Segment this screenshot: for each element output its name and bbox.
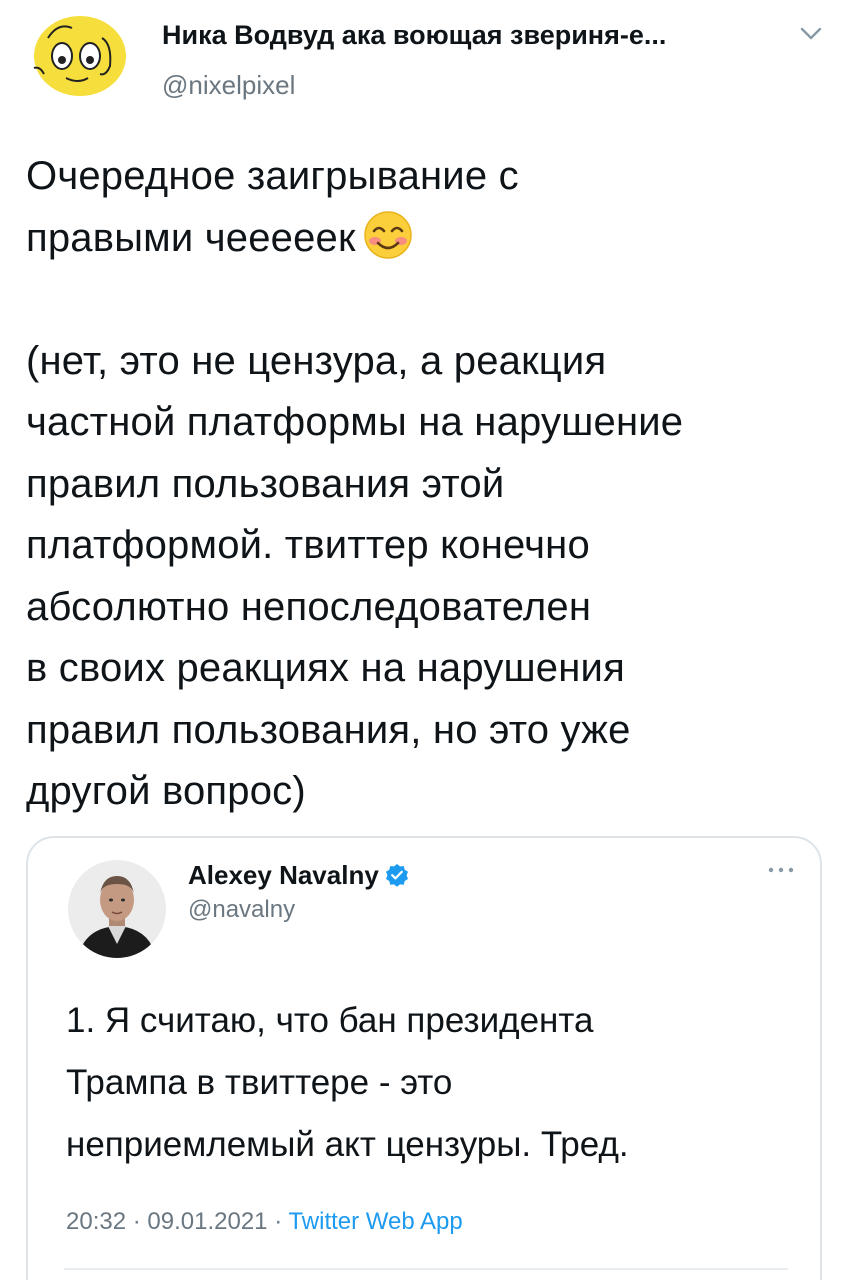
quoted-tweet-date[interactable]: 09.01.2021 (147, 1208, 267, 1235)
tweet-text-part2: (нет, это не цензура, а реакция частной … (26, 338, 684, 814)
author-handle[interactable]: @nixelpixel (162, 70, 295, 101)
quoted-tweet-text: 1. Я считаю, что бан президента Трампа в… (66, 1001, 629, 1164)
author-name[interactable]: Ника Водвуд ака воющая звериня-е... (162, 20, 772, 51)
meta-separator: · (132, 1208, 141, 1235)
tweet-header: Ника Водвуд ака воющая звериня-е... @nix… (0, 0, 848, 120)
verified-badge-icon (385, 863, 409, 887)
quoted-tweet-time[interactable]: 20:32 (66, 1208, 126, 1235)
meta-separator: · (274, 1208, 283, 1235)
tweet-text: Очередное заигрывание с правыми чееееек … (26, 146, 826, 823)
chevron-down-icon[interactable] (800, 26, 822, 42)
quoted-tweet-card[interactable]: Alexey Navalny @navalny 1. Я считаю, что… (26, 836, 822, 1280)
more-options-icon[interactable] (766, 862, 796, 873)
quoted-tweet-meta: 20:32 · 09.01.2021 · Twitter Web App (66, 1208, 463, 1236)
quoted-author-name-text: Alexey Navalny (188, 860, 379, 890)
quoted-author-avatar[interactable] (68, 860, 166, 958)
quoted-author-handle[interactable]: @navalny (188, 896, 295, 924)
quoted-author-name[interactable]: Alexey Navalny (188, 860, 409, 891)
tweet-text-part1: Очередное заигрывание с правыми чееееек (26, 154, 519, 260)
quoted-tweet-source[interactable]: Twitter Web App (288, 1208, 462, 1235)
author-avatar[interactable] (26, 8, 130, 100)
smiling-face-emoji-icon (362, 209, 414, 261)
divider (64, 1268, 788, 1270)
tweet-page: Ника Водвуд ака воющая звериня-е... @nix… (0, 0, 848, 1280)
